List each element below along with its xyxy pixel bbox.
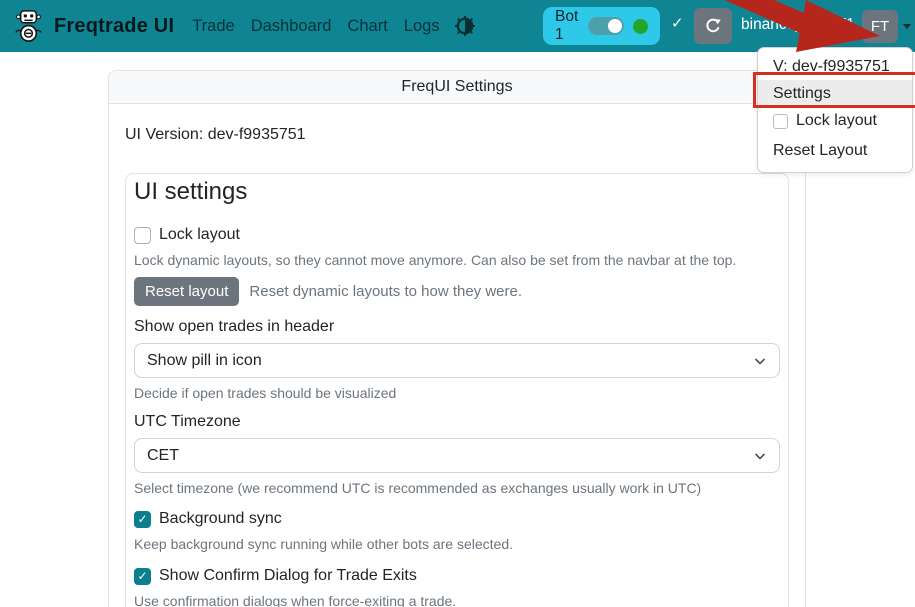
account-label: binance_USDT1 bbox=[741, 16, 859, 34]
chevron-down-icon[interactable] bbox=[903, 24, 911, 29]
menu-item-lock-layout[interactable]: Lock layout bbox=[758, 108, 912, 134]
background-sync-help: Keep background sync running while other… bbox=[134, 536, 780, 552]
bot-selector-pill[interactable]: Bot 1 bbox=[543, 7, 660, 45]
brand[interactable]: Freqtrade UI bbox=[12, 8, 174, 44]
theme-toggle-icon[interactable] bbox=[455, 16, 475, 36]
avatar-dropdown-menu: V: dev-f9935751 Settings Lock layout Res… bbox=[757, 47, 913, 173]
nav-link-trade[interactable]: Trade bbox=[184, 11, 243, 42]
lock-layout-menu-checkbox[interactable] bbox=[773, 114, 788, 129]
open-trades-group: Show open trades in header Show pill in … bbox=[134, 318, 780, 401]
menu-item-lock-layout-label: Lock layout bbox=[796, 112, 877, 130]
brand-title: Freqtrade UI bbox=[54, 15, 174, 38]
reset-layout-help: Reset dynamic layouts to how they were. bbox=[249, 283, 522, 300]
background-sync-checkbox[interactable] bbox=[134, 511, 151, 528]
open-trades-help: Decide if open trades should be visualiz… bbox=[134, 385, 780, 401]
settings-card-body: UI Version: dev-f9935751 UI settings Loc… bbox=[109, 104, 805, 607]
bot-online-status-dot bbox=[633, 19, 648, 34]
reset-layout-row: Reset layout Reset dynamic layouts to ho… bbox=[134, 277, 780, 306]
freqtrade-robot-logo-icon bbox=[12, 8, 45, 44]
lock-layout-label[interactable]: Lock layout bbox=[159, 226, 240, 244]
timezone-group: UTC Timezone CET Select timezone (we rec… bbox=[134, 413, 780, 496]
ui-settings-section: UI settings Lock layout Lock dynamic lay… bbox=[125, 173, 789, 607]
bot-enable-toggle[interactable] bbox=[588, 17, 624, 35]
timezone-label: UTC Timezone bbox=[134, 413, 780, 431]
lock-layout-row[interactable]: Lock layout bbox=[134, 226, 780, 244]
bot-name: Bot 1 bbox=[555, 8, 579, 44]
chevron-down-icon bbox=[753, 449, 767, 463]
chevron-down-icon bbox=[753, 354, 767, 368]
main-nav: Trade Dashboard Chart Logs bbox=[184, 11, 474, 42]
nav-link-chart[interactable]: Chart bbox=[339, 11, 395, 42]
reset-layout-button[interactable]: Reset layout bbox=[134, 277, 239, 306]
open-trades-selected-value: Show pill in icon bbox=[147, 352, 262, 370]
avatar-menu-button[interactable]: FT bbox=[862, 10, 898, 43]
settings-card-title: FreqUI Settings bbox=[109, 71, 805, 104]
refresh-icon bbox=[704, 17, 722, 35]
confirm-dialog-label[interactable]: Show Confirm Dialog for Trade Exits bbox=[159, 567, 417, 585]
open-trades-label: Show open trades in header bbox=[134, 318, 780, 336]
timezone-selected-value: CET bbox=[147, 447, 179, 465]
menu-item-version: V: dev-f9935751 bbox=[758, 54, 912, 80]
lock-layout-checkbox[interactable] bbox=[134, 227, 151, 244]
ui-version-text: UI Version: dev-f9935751 bbox=[125, 126, 789, 144]
toggle-knob bbox=[608, 19, 622, 33]
lock-layout-help: Lock dynamic layouts, so they cannot mov… bbox=[134, 252, 780, 268]
background-sync-label[interactable]: Background sync bbox=[159, 510, 282, 528]
timezone-select[interactable]: CET bbox=[134, 438, 780, 473]
timezone-help: Select timezone (we recommend UTC is rec… bbox=[134, 480, 780, 496]
menu-item-settings[interactable]: Settings bbox=[758, 80, 912, 108]
open-trades-select[interactable]: Show pill in icon bbox=[134, 343, 780, 378]
nav-link-dashboard[interactable]: Dashboard bbox=[243, 11, 340, 42]
settings-card: FreqUI Settings UI Version: dev-f9935751… bbox=[108, 70, 806, 607]
section-title: UI settings bbox=[134, 178, 780, 206]
menu-item-reset-layout[interactable]: Reset Layout bbox=[758, 134, 912, 164]
nav-link-logs[interactable]: Logs bbox=[396, 11, 448, 42]
background-sync-row[interactable]: Background sync bbox=[134, 510, 780, 528]
confirm-dialog-row[interactable]: Show Confirm Dialog for Trade Exits bbox=[134, 567, 780, 585]
confirm-dialog-checkbox[interactable] bbox=[134, 568, 151, 585]
refresh-button[interactable] bbox=[694, 8, 732, 44]
check-icon: ✓ bbox=[671, 14, 684, 32]
confirm-dialog-help: Use confirmation dialogs when force-exit… bbox=[134, 593, 780, 607]
navbar: Freqtrade UI Trade Dashboard Chart Logs … bbox=[0, 0, 915, 52]
